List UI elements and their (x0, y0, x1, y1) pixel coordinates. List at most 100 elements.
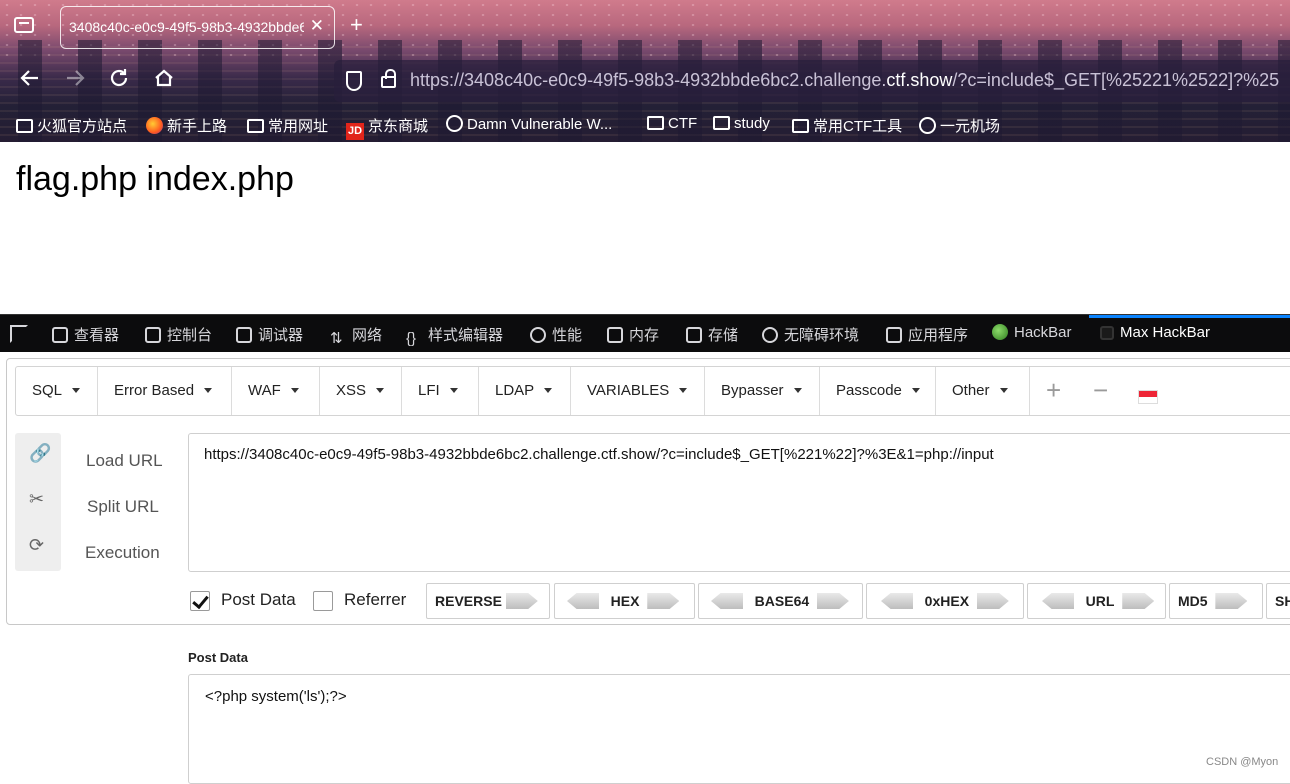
referrer-checkbox-label[interactable]: Referrer (344, 590, 406, 610)
bookmark-getting-started[interactable]: 新手上路 (146, 115, 227, 136)
menu-xss[interactable]: XSS (320, 367, 402, 415)
caret-down-icon (793, 388, 802, 393)
tab-inspector[interactable]: 查看器 (52, 324, 119, 345)
caret-down-icon (376, 388, 385, 393)
storage-icon (686, 327, 702, 343)
menu-error-based[interactable]: Error Based (98, 367, 232, 415)
back-arrow-icon (20, 70, 38, 86)
load-url-button[interactable]: Load URL (86, 451, 163, 471)
tab-label: Max HackBar (1120, 324, 1211, 341)
tab-memory[interactable]: 内存 (607, 324, 659, 345)
menu-variables[interactable]: VARIABLES (571, 367, 705, 415)
bookmark-jd[interactable]: JD 京东商城 (346, 115, 428, 140)
folder-icon (247, 119, 264, 133)
0xhex-button[interactable]: 0xHEX (866, 583, 1024, 619)
lock-icon[interactable] (381, 69, 396, 88)
menu-waf[interactable]: WAF (232, 367, 320, 415)
refresh-icon[interactable]: ⟳ (29, 535, 44, 556)
braces-icon: {} (406, 330, 417, 347)
tab-label: 网络 (352, 327, 383, 344)
bookmark-label: 火狐官方站点 (37, 118, 128, 135)
inspector-icon (52, 327, 68, 343)
post-data-textarea[interactable]: <?php system('ls');?> (188, 674, 1290, 784)
menu-label: Error Based (114, 382, 195, 399)
link-icon[interactable]: 🔗 (29, 443, 51, 464)
devtools-toolbar: 查看器 控制台 调试器 ⇅ 网络 {} 样式编辑器 性能 内存 存储 无障碍环境 应… (0, 314, 1290, 352)
reload-button[interactable] (108, 67, 130, 95)
network-icon: ⇅ (330, 330, 343, 347)
menu-label: Bypasser (721, 382, 784, 399)
tab-label: 调试器 (258, 327, 304, 344)
post-data-heading: Post Data (188, 650, 248, 665)
browser-tab-active[interactable]: 3408c40c-e0c9-49f5-98b3-4932bbde6bc2.cha… (60, 6, 335, 49)
encoder-label: URL (1085, 593, 1115, 609)
hackbar-icon (992, 324, 1008, 340)
split-url-button[interactable]: Split URL (87, 497, 159, 517)
bookmark-common-sites[interactable]: 常用网址 (247, 115, 328, 136)
arrow-right-icon (505, 593, 538, 609)
bookmark-study[interactable]: study (713, 115, 770, 132)
bookmark-dvwa[interactable]: Damn Vulnerable W... (446, 115, 612, 133)
arrow-left-icon (567, 593, 599, 609)
console-icon (145, 327, 161, 343)
tab-accessibility[interactable]: 无障碍环境 (762, 324, 859, 345)
remove-button[interactable]: − (1093, 375, 1108, 406)
tab-style-editor[interactable]: {} 样式编辑器 (406, 324, 503, 347)
base64-button[interactable]: BASE64 (698, 583, 863, 619)
post-data-checkbox[interactable] (190, 591, 210, 611)
reverse-button[interactable]: REVERSE (426, 583, 550, 619)
new-tab-button[interactable]: + (350, 12, 363, 38)
url-encode-button[interactable]: URL (1027, 583, 1166, 619)
bookmark-ctf[interactable]: CTF (647, 115, 697, 132)
menu-sql[interactable]: SQL (16, 367, 98, 415)
execution-button[interactable]: Execution (85, 543, 160, 563)
tab-debugger[interactable]: 调试器 (236, 324, 303, 345)
jd-icon: JD (346, 123, 364, 140)
tab-label: 应用程序 (908, 327, 969, 344)
md5-button[interactable]: MD5 (1169, 583, 1263, 619)
tab-network[interactable]: ⇅ 网络 (330, 324, 383, 347)
tab-storage[interactable]: 存储 (686, 324, 738, 345)
bookmark-label: 一元机场 (940, 118, 1001, 135)
back-button[interactable] (19, 67, 41, 95)
home-button[interactable] (153, 67, 175, 95)
tab-label: HackBar (1014, 324, 1072, 341)
folder-icon (792, 119, 809, 133)
hackbar-menubar: SQL Error Based WAF XSS LFI LDAP VARIABL… (15, 366, 1290, 416)
reload-icon (110, 69, 128, 87)
arrow-left-icon (711, 593, 743, 609)
bookmark-firefox-official[interactable]: 火狐官方站点 (16, 115, 127, 136)
tab-max-hackbar[interactable]: Max HackBar (1100, 324, 1210, 341)
forward-button[interactable] (64, 67, 86, 95)
scissors-icon[interactable]: ✂ (29, 489, 44, 510)
sha-button[interactable]: SH (1266, 583, 1290, 619)
url-text[interactable]: https://3408c40c-e0c9-49f5-98b3-4932bbde… (410, 70, 1279, 91)
tab-console[interactable]: 控制台 (145, 324, 212, 345)
referrer-checkbox[interactable] (313, 591, 333, 611)
tab-application[interactable]: 应用程序 (886, 324, 968, 345)
bookmark-airport[interactable]: 一元机场 (919, 115, 1000, 136)
gauge-icon (530, 327, 546, 343)
menu-lfi[interactable]: LFI (402, 367, 479, 415)
menu-other[interactable]: Other (936, 367, 1030, 415)
tab-label: 内存 (629, 327, 660, 344)
tab-close-icon[interactable]: ✕ (310, 16, 324, 36)
post-data-checkbox-label[interactable]: Post Data (221, 590, 296, 610)
menu-ldap[interactable]: LDAP (479, 367, 571, 415)
flag-icon[interactable] (1138, 390, 1158, 404)
element-picker-icon[interactable] (10, 325, 28, 343)
tab-performance[interactable]: 性能 (530, 324, 582, 345)
bookmark-label: 常用CTF工具 (813, 118, 903, 135)
url-textarea[interactable]: https://3408c40c-e0c9-49f5-98b3-4932bbde… (188, 433, 1290, 572)
menu-passcode[interactable]: Passcode (820, 367, 936, 415)
bookmark-ctf-tools[interactable]: 常用CTF工具 (792, 115, 902, 136)
tab-hackbar[interactable]: HackBar (992, 324, 1072, 341)
bookmark-label: 新手上路 (167, 118, 228, 135)
tab-label: 查看器 (74, 327, 120, 344)
add-button[interactable]: + (1046, 375, 1061, 406)
menu-bypasser[interactable]: Bypasser (705, 367, 820, 415)
hex-button[interactable]: HEX (554, 583, 695, 619)
address-bar[interactable]: https://3408c40c-e0c9-49f5-98b3-4932bbde… (334, 60, 1290, 102)
tab-list-icon[interactable] (14, 17, 34, 33)
tracking-shield-icon[interactable] (346, 71, 362, 91)
